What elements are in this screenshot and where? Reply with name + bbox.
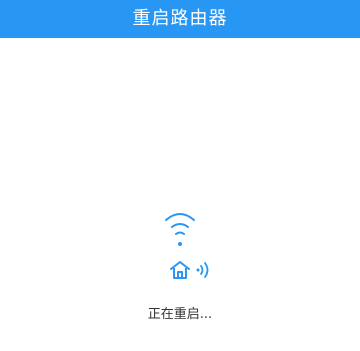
router-status-icons bbox=[150, 258, 210, 286]
reboot-router-screen: 重启路由器 正在重启... bbox=[0, 0, 360, 351]
signal-icon bbox=[196, 262, 209, 278]
header-bar: 重启路由器 bbox=[0, 0, 360, 38]
status-message: 正在重启... bbox=[147, 307, 213, 322]
wifi-icon bbox=[165, 213, 195, 246]
reboot-status: 正在重启... bbox=[0, 206, 360, 321]
house-icon bbox=[170, 261, 190, 279]
page-title: 重启路由器 bbox=[132, 8, 228, 29]
